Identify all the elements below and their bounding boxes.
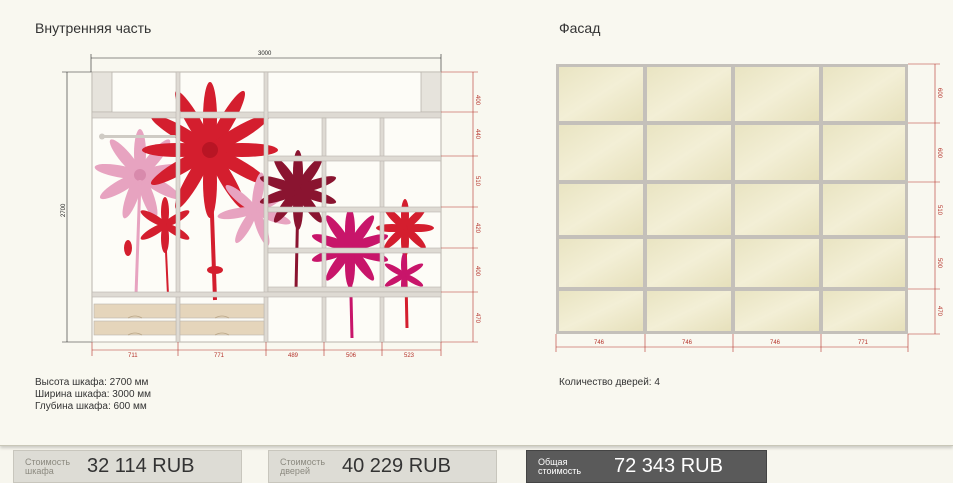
inner-info: Высота шкафа: 2700 мм Ширина шкафа: 3000… xyxy=(35,377,151,413)
facade-drawing: 600 600 510 500 470 746 746 746 771 xyxy=(555,63,942,352)
inner-dim-right-6: 470 xyxy=(474,313,480,324)
total-price-value: 72 343 RUB xyxy=(614,455,723,477)
cabinet-price-value: 32 114 RUB xyxy=(87,455,195,477)
facade-dim-bottom-1: 746 xyxy=(594,340,605,346)
hanging-rail xyxy=(102,135,176,138)
inner-dim-right-5: 400 xyxy=(474,266,480,277)
configurator-panel: Внутренняя часть Фасад 3000 2700 400 440… xyxy=(0,0,953,446)
info-depth: Глубина шкафа: 600 мм xyxy=(35,401,147,412)
facade-dim-bottom: 746 746 746 771 xyxy=(555,334,909,352)
inner-dim-bottom-1: 711 xyxy=(128,353,138,359)
inner-dim-left-label: 2700 xyxy=(61,203,67,217)
inner-dim-right-1: 400 xyxy=(474,95,480,106)
inner-dim-bottom-3: 489 xyxy=(288,353,299,359)
cabinet-price-label: Стоимость шкафа xyxy=(25,456,71,476)
inner-dim-bottom-5: 523 xyxy=(404,353,415,359)
inner-dim-right-2: 440 xyxy=(474,129,480,140)
facade-dim-right-1: 600 xyxy=(936,88,942,99)
inner-dim-top: 3000 xyxy=(90,51,442,72)
facade-dim-right-5: 470 xyxy=(936,306,942,317)
inner-dim-bottom-2: 771 xyxy=(214,353,225,359)
inner-dim-right: 400 440 510 420 400 470 xyxy=(441,71,480,343)
total-price-label: Общая стоимость xyxy=(538,456,582,476)
info-doors: Количество дверей: 4 xyxy=(559,377,660,388)
inner-dim-top-label: 3000 xyxy=(258,51,272,57)
info-height: Высота шкафа: 2700 мм xyxy=(35,377,149,388)
facade-dim-right-4: 500 xyxy=(936,258,942,269)
facade-dim-bottom-4: 771 xyxy=(858,340,869,346)
doors-price-label: Стоимость дверей xyxy=(280,456,326,476)
facade-info: Количество дверей: 4 xyxy=(559,377,660,389)
facade-dim-right-2: 600 xyxy=(936,148,942,159)
doors-price-box: Стоимость дверей 40 229 RUB xyxy=(268,450,497,483)
inner-dim-right-3: 510 xyxy=(474,176,480,187)
wardrobe-body xyxy=(91,71,442,343)
facade-section-title: Фасад xyxy=(559,20,601,36)
facade-dim-right-3: 510 xyxy=(936,205,942,216)
total-price-box: Общая стоимость 72 343 RUB xyxy=(526,450,767,483)
facade-dim-bottom-2: 746 xyxy=(682,340,693,346)
doors-price-value: 40 229 RUB xyxy=(342,455,451,477)
facade-dim-right: 600 600 510 500 470 xyxy=(908,63,942,335)
inner-dim-bottom-4: 506 xyxy=(346,353,357,359)
cabinet-price-box: Стоимость шкафа 32 114 RUB xyxy=(13,450,242,483)
facade-dim-bottom-3: 746 xyxy=(770,340,781,346)
inner-dim-left: 2700 xyxy=(61,71,92,343)
inner-dim-bottom: 711 771 489 506 523 xyxy=(91,342,442,359)
inner-drawing: 3000 2700 400 440 510 420 400 470 711 77… xyxy=(61,51,480,359)
inner-dim-right-4: 420 xyxy=(474,223,480,234)
info-width: Ширина шкафа: 3000 мм xyxy=(35,389,152,400)
